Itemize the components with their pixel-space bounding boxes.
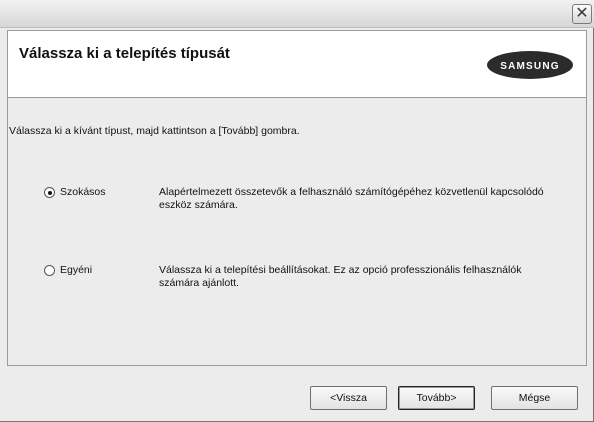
option-label[interactable]: Szokásos bbox=[60, 186, 106, 198]
content-panel: Válassza ki a kívánt típust, majd kattin… bbox=[7, 98, 587, 366]
samsung-logo: SAMSUNG bbox=[487, 51, 573, 79]
radio-custom[interactable] bbox=[44, 265, 55, 276]
instruction-text: Válassza ki a kívánt típust, majd kattin… bbox=[9, 125, 300, 137]
back-button[interactable]: <Vissza bbox=[310, 386, 387, 410]
button-bar: <Vissza Tovább> Mégse bbox=[0, 366, 593, 421]
close-icon[interactable]: ✕ bbox=[572, 4, 592, 24]
page-title: Válassza ki a telepítés típusát bbox=[19, 45, 230, 62]
radio-standard[interactable] bbox=[44, 187, 55, 198]
cancel-button[interactable]: Mégse bbox=[491, 386, 578, 410]
installer-dialog: ✕ Válassza ki a telepítés típusát SAMSUN… bbox=[0, 0, 594, 422]
logo-text: SAMSUNG bbox=[500, 61, 560, 72]
option-label[interactable]: Egyéni bbox=[60, 264, 92, 276]
option-description: Alapértelmezett összetevők a felhasználó… bbox=[159, 186, 544, 211]
title-bar: ✕ bbox=[0, 0, 594, 28]
option-description: Válassza ki a telepítési beállításokat. … bbox=[159, 264, 522, 289]
wizard-header: Válassza ki a telepítés típusát SAMSUNG bbox=[7, 30, 587, 98]
next-button[interactable]: Tovább> bbox=[398, 386, 475, 410]
